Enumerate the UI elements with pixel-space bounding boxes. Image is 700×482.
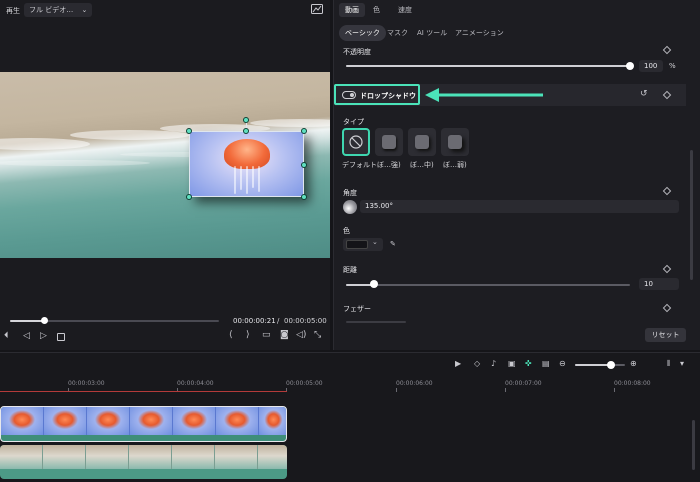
- time-total: 00:00:05:00: [284, 317, 327, 325]
- shadow-type-strong-label: ぼ…強): [377, 161, 401, 169]
- rotate-handle[interactable]: [243, 117, 249, 123]
- tab-color[interactable]: 色: [373, 5, 380, 15]
- tab-video[interactable]: 動画: [339, 3, 365, 17]
- type-label: タイプ: [343, 118, 364, 126]
- layout-grid-icon[interactable]: ⦀: [667, 359, 671, 369]
- tab-speed[interactable]: 速度: [398, 5, 412, 15]
- distance-value[interactable]: 10: [639, 278, 679, 290]
- render-icon[interactable]: ▶: [455, 359, 461, 368]
- reset-button[interactable]: リセット: [645, 328, 686, 342]
- angle-value: 135.00°: [365, 202, 393, 210]
- color-label: 色: [343, 227, 350, 235]
- properties-panel: [333, 0, 700, 350]
- shadow-type-medium[interactable]: [408, 128, 436, 156]
- quality-value: フル ビデオ…: [29, 6, 74, 14]
- playback-progress: [10, 320, 44, 322]
- resize-handle-top-left[interactable]: [186, 128, 192, 134]
- angle-input[interactable]: 135.00°: [360, 200, 679, 213]
- chevron-down-icon: ⌄: [81, 6, 88, 14]
- shadow-type-medium-label: ぼ…中): [410, 161, 434, 169]
- time-current: 00:00:00:21: [233, 317, 276, 325]
- snapshot-icon[interactable]: [311, 4, 323, 14]
- zoom-slider-fill: [575, 364, 611, 366]
- shadow-type-default[interactable]: [342, 128, 370, 156]
- shadow-type-weak[interactable]: [441, 128, 469, 156]
- subtab-animation[interactable]: アニメーション: [449, 25, 510, 41]
- quality-dropdown[interactable]: フル ビデオ… ⌄: [24, 3, 93, 17]
- panel-scrollbar[interactable]: [690, 150, 693, 280]
- shadow-type-weak-label: ぼ…弱): [443, 161, 467, 169]
- color-picker[interactable]: ⌄: [343, 238, 383, 251]
- ruler-label: 00:00:08:00: [614, 380, 651, 387]
- timeline-clip-beach[interactable]: [0, 445, 287, 479]
- none-icon: [349, 135, 363, 149]
- resize-handle-right[interactable]: [301, 162, 307, 168]
- render-range-bar: [0, 391, 287, 392]
- microphone-icon[interactable]: ♪: [491, 359, 496, 368]
- zoom-in-icon[interactable]: ⊕: [630, 359, 637, 368]
- play-icon[interactable]: ▷: [40, 331, 47, 341]
- fullscreen-icon[interactable]: ⤡: [314, 330, 321, 340]
- drop-shadow-toggle[interactable]: [342, 91, 356, 99]
- reset-icon[interactable]: ↺: [640, 89, 648, 99]
- mark-in-icon[interactable]: ⟨: [229, 330, 233, 340]
- zoom-out-icon[interactable]: ⊖: [559, 359, 566, 368]
- angle-label: 角度: [343, 189, 357, 197]
- color-swatch: [346, 240, 368, 249]
- resize-handle-top[interactable]: [243, 128, 249, 134]
- overlay-clip-jellyfish[interactable]: [189, 131, 304, 197]
- distance-slider[interactable]: [346, 284, 630, 286]
- feather-slider[interactable]: [346, 321, 406, 323]
- shadow-type-default-label: デフォルト: [342, 161, 377, 169]
- subtab-mask[interactable]: マスク: [381, 25, 414, 41]
- opacity-unit: %: [669, 62, 676, 70]
- shadow-type-strong[interactable]: [375, 128, 403, 156]
- resize-handle-top-right[interactable]: [301, 128, 307, 134]
- caption-icon[interactable]: ▤: [542, 359, 550, 368]
- ruler-label: 00:00:06:00: [396, 380, 433, 387]
- zoom-slider-knob[interactable]: [607, 361, 615, 369]
- camera-icon[interactable]: ◙: [280, 330, 289, 340]
- opacity-value[interactable]: 100: [639, 60, 663, 72]
- time-separator: /: [277, 317, 280, 325]
- ruler-label: 00:00:04:00: [177, 380, 214, 387]
- timeline-scrollbar[interactable]: [692, 420, 695, 470]
- stop-icon[interactable]: [57, 333, 65, 341]
- arrow-annotation: [425, 88, 543, 102]
- ruler-label: 00:00:05:00: [286, 380, 323, 387]
- display-icon[interactable]: ▭: [262, 330, 271, 340]
- volume-icon[interactable]: ◁): [296, 330, 306, 340]
- drop-shadow-label: ドロップシャドウ: [360, 92, 416, 100]
- ruler-label: 00:00:03:00: [68, 380, 105, 387]
- feather-label: フェザー: [343, 305, 371, 313]
- distance-slider-knob[interactable]: [370, 280, 378, 288]
- scrubber-knob[interactable]: [41, 317, 48, 324]
- resize-handle-bottom-right[interactable]: [301, 194, 307, 200]
- mark-out-icon[interactable]: ⟩: [246, 330, 250, 340]
- timeline-clip-jellyfish[interactable]: [0, 406, 287, 442]
- opacity-slider-fill: [346, 65, 630, 67]
- eyedropper-icon[interactable]: ✎: [390, 240, 396, 248]
- chevron-down-icon: ⌄: [372, 238, 378, 246]
- distance-label: 距離: [343, 266, 357, 274]
- prev-frame-icon[interactable]: ⏴: [4, 331, 9, 341]
- step-back-icon[interactable]: ◁: [23, 331, 30, 341]
- subtab-ai-tools[interactable]: AI ツール: [411, 25, 453, 41]
- resize-handle-bottom-left[interactable]: [186, 194, 192, 200]
- chevron-down-icon[interactable]: ▾: [680, 359, 684, 368]
- opacity-slider-knob[interactable]: [626, 62, 634, 70]
- clip-icon[interactable]: ▣: [508, 359, 516, 368]
- shield-icon[interactable]: ◇: [474, 359, 480, 368]
- snap-icon[interactable]: ✜: [525, 359, 532, 368]
- subtab-basic[interactable]: ベーシック: [339, 25, 386, 41]
- opacity-label: 不透明度: [343, 48, 371, 56]
- ruler-label: 00:00:07:00: [505, 380, 542, 387]
- angle-dial[interactable]: [343, 200, 357, 214]
- player-label: 再生: [6, 7, 20, 15]
